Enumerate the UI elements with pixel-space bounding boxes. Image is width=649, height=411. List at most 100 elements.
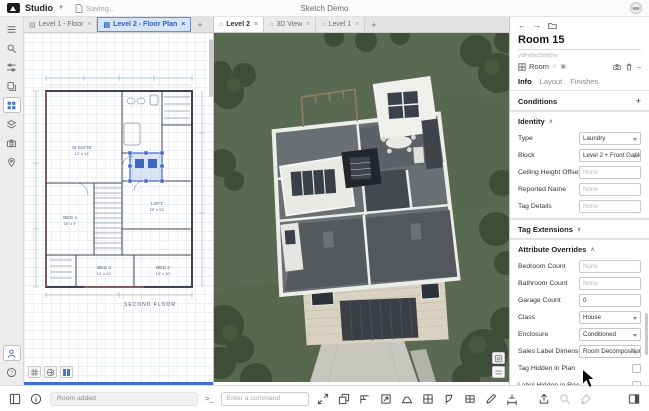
view3d-canvas[interactable]	[214, 33, 509, 385]
plan-scrollbar[interactable]	[209, 39, 213, 97]
chevron-up-icon: ∧	[548, 119, 554, 125]
folder-icon[interactable]	[548, 21, 557, 30]
layers-toggle-button[interactable]	[492, 366, 505, 378]
select-tool-icon[interactable]	[316, 392, 330, 406]
class-select[interactable]: House	[579, 311, 641, 324]
tag-details-input[interactable]	[579, 200, 641, 213]
tab-level1-floor[interactable]: ▤ Level 1 - Floor ×	[24, 17, 98, 32]
close-icon[interactable]: ×	[181, 21, 185, 28]
view-mode-button[interactable]	[60, 366, 73, 378]
options-icon[interactable]: ▣	[560, 63, 566, 70]
tab-level1[interactable]: ⌂ Level 1 ×	[316, 17, 366, 32]
sales-label-dimension-select[interactable]: Room Decomposition	[579, 345, 641, 358]
attribute-overrides-section-header[interactable]: Attribute Overrides ∧	[510, 240, 649, 258]
filters-icon[interactable]	[3, 59, 21, 75]
type-select[interactable]: Laundry	[579, 132, 641, 145]
tag-hidden-checkbox[interactable]	[632, 364, 641, 373]
room-tool-icon[interactable]	[379, 392, 393, 406]
command-input[interactable]	[220, 391, 309, 406]
close-icon[interactable]: ×	[254, 21, 258, 28]
snap-grid-button[interactable]	[28, 366, 41, 378]
info-icon[interactable]	[29, 392, 43, 406]
plan-icon: ▤	[103, 21, 111, 29]
camera-icon[interactable]	[3, 135, 21, 151]
room-title[interactable]: Room 15	[518, 34, 641, 50]
trash-icon[interactable]	[625, 63, 633, 71]
render-settings-button[interactable]	[492, 352, 505, 364]
cube-icon: ⌂	[219, 21, 224, 28]
chevron-down-icon[interactable]: ▼	[58, 5, 64, 11]
tab-finishes[interactable]: Finishes	[570, 77, 598, 86]
back-icon[interactable]: ←	[518, 21, 526, 30]
ceiling-height-offset-input[interactable]	[579, 166, 641, 179]
tool-sidebar: ?	[0, 17, 24, 385]
markup-tool-icon[interactable]	[484, 392, 498, 406]
tab-info[interactable]: Info	[518, 77, 532, 86]
enclosure-select[interactable]: Conditioned	[579, 328, 641, 341]
panel-left-icon[interactable]	[8, 392, 22, 406]
close-icon[interactable]: ×	[306, 21, 310, 28]
close-icon[interactable]: ×	[87, 21, 91, 28]
wall-tool-icon[interactable]	[358, 392, 372, 406]
list-icon[interactable]	[3, 21, 21, 37]
view3d-pane: ⌂ Level 2 × ⌂ 3D View × ⌂ Level 1 × +	[214, 17, 510, 385]
plan-canvas[interactable]: M.SUITE 12' x 14' LOFT 20' x 13' BED 4 1…	[24, 33, 213, 385]
forward-icon[interactable]: →	[533, 21, 541, 30]
bathroom-count-input[interactable]	[579, 277, 641, 290]
object-type-label: Room	[529, 62, 550, 71]
identity-section-header[interactable]: Identity ∧	[510, 112, 649, 130]
tab-level2[interactable]: ⌂ Level 2 ×	[214, 17, 265, 32]
close-icon[interactable]: ×	[355, 21, 359, 28]
duplicate-tool-icon[interactable]	[337, 392, 351, 406]
garage-count-input[interactable]	[579, 294, 641, 307]
account-icon[interactable]	[2, 345, 21, 361]
favorite-icon[interactable]: ☆	[552, 63, 557, 70]
view3d-controls	[492, 352, 505, 378]
search-icon[interactable]	[3, 40, 21, 56]
help-icon[interactable]: ?	[3, 364, 21, 380]
display-options-button[interactable]	[44, 366, 57, 378]
blocks-icon[interactable]	[2, 97, 21, 113]
search-tool-icon	[558, 392, 572, 406]
label-hidden-checkbox[interactable]	[632, 381, 641, 385]
svg-text:12' x 14': 12' x 14'	[75, 151, 90, 156]
field-label: Ceiling Height Offset	[518, 169, 579, 176]
panel-toggle-icon[interactable]	[627, 392, 641, 406]
door-tool-icon[interactable]	[442, 392, 456, 406]
add-tab-button[interactable]: +	[191, 17, 208, 32]
snapshot-icon[interactable]	[613, 63, 621, 71]
export-tool-icon[interactable]	[537, 392, 551, 406]
room-type-icon	[518, 62, 526, 71]
collapse-icon[interactable]: –	[637, 62, 641, 71]
roof-tool-icon[interactable]	[400, 392, 414, 406]
layers-icon[interactable]	[3, 116, 21, 132]
add-condition-button[interactable]: +	[636, 96, 641, 106]
dimension-tool-icon[interactable]	[505, 392, 519, 406]
field-label: Type	[518, 135, 533, 142]
field-label: Bedroom Count	[518, 263, 566, 270]
house-render	[214, 33, 509, 382]
identity-fields: Type Laundry Block Level 2 + Front Gable…	[510, 130, 649, 218]
block-select[interactable]: Level 2 + Front Gable	[579, 149, 641, 162]
add-tab-button[interactable]: +	[365, 17, 382, 32]
field-label: Bathroom Count	[518, 280, 568, 287]
pin-icon[interactable]	[3, 154, 21, 170]
cabinet-tool-icon[interactable]	[421, 392, 435, 406]
tab-3d-view[interactable]: ⌂ 3D View ×	[264, 17, 317, 32]
plan-controls	[28, 366, 73, 378]
tab-level2-floor-plan[interactable]: ▤ Level 2 - Floor Plan ×	[97, 17, 192, 32]
tab-layout[interactable]: Layout	[540, 77, 563, 86]
avatar[interactable]: MB	[630, 2, 642, 14]
document-title: Sketch Demo	[300, 3, 349, 13]
tag-extensions-section-header[interactable]: Tag Extensions ∨	[510, 220, 649, 238]
inspector-scrollbar[interactable]	[645, 313, 648, 355]
pages-icon[interactable]	[3, 78, 21, 94]
selected-room[interactable]	[127, 150, 165, 184]
window-tool-icon[interactable]	[463, 392, 477, 406]
top-bar: Studio ▼ Saving... Sketch Demo MB	[0, 0, 649, 17]
app-name[interactable]: Studio	[25, 3, 53, 13]
conditions-section: Conditions +	[518, 96, 641, 106]
bedroom-count-input[interactable]	[579, 260, 641, 273]
inspector-tabs: Info Layout Finishes	[510, 74, 649, 91]
reported-name-input[interactable]	[579, 183, 641, 196]
